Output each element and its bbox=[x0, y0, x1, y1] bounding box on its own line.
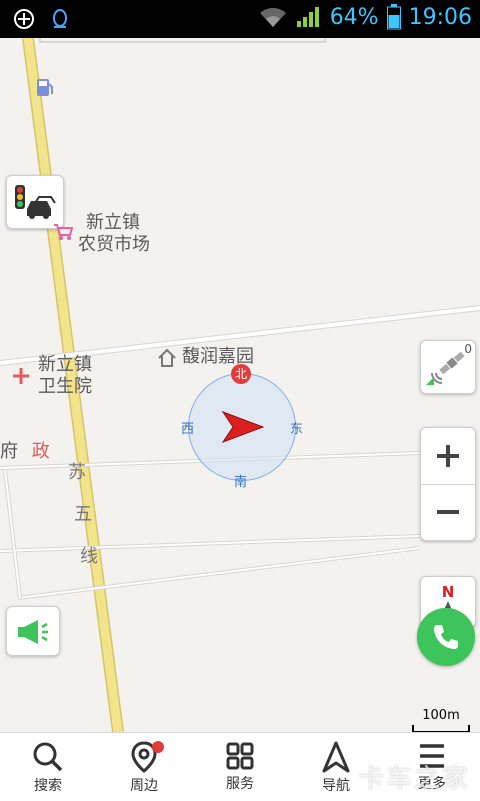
traffic-light-car-icon bbox=[15, 185, 56, 219]
status-bar: 64% 19:06 bbox=[0, 0, 480, 38]
tab-nearby[interactable]: 周边 bbox=[96, 733, 192, 801]
call-button[interactable] bbox=[417, 608, 475, 666]
road-name-char: 线 bbox=[80, 546, 98, 567]
traffic-toggle-button[interactable] bbox=[6, 175, 64, 229]
poi-market-label[interactable]: 新立镇 农贸市场 bbox=[78, 212, 150, 256]
poi-market-line1: 新立镇 bbox=[86, 212, 140, 233]
scale-label: 100m bbox=[422, 708, 460, 723]
bottom-tab-bar: 搜索 周边 服务 导航 更多 卡车之家 bbox=[0, 732, 480, 801]
compass-south: 南 bbox=[234, 475, 248, 490]
road-name-char: 苏 bbox=[68, 462, 86, 483]
poi-government-label[interactable]: 府 政 bbox=[0, 441, 50, 463]
poi-govt-icon-text: 政 bbox=[31, 441, 50, 462]
phone-icon bbox=[434, 625, 458, 649]
poi-govt-text: 府 bbox=[0, 441, 18, 462]
gps-satellite-count: 0 bbox=[464, 342, 472, 356]
tab-services-label: 服务 bbox=[226, 776, 254, 792]
battery-icon bbox=[386, 4, 401, 30]
tab-navigation-label: 导航 bbox=[322, 778, 350, 794]
clock: 19:06 bbox=[408, 4, 472, 30]
vehicle-position-arrow-icon bbox=[221, 410, 265, 444]
zoom-control bbox=[420, 427, 476, 541]
compass-west: 西 bbox=[181, 422, 195, 437]
battery-percent: 64% bbox=[329, 4, 379, 30]
notification-badge bbox=[152, 741, 164, 753]
shopping-cart-icon[interactable] bbox=[53, 223, 73, 241]
poi-clinic-line2: 卫生院 bbox=[38, 376, 92, 397]
voice-broadcast-button[interactable] bbox=[6, 606, 60, 656]
scale-bar bbox=[412, 725, 470, 732]
house-icon[interactable] bbox=[157, 348, 177, 368]
tab-search-label: 搜索 bbox=[34, 778, 62, 794]
poi-market-line2: 农贸市场 bbox=[78, 234, 150, 255]
tab-services[interactable]: 服务 bbox=[192, 733, 288, 801]
map-view[interactable]: 新立镇 农贸市场 馥润嘉园 新立镇 卫生院 府 政 苏 五 线 北 西 东 南 bbox=[0, 38, 480, 732]
north-letter: N bbox=[441, 583, 455, 601]
qq-icon bbox=[53, 9, 67, 28]
gas-station-icon[interactable] bbox=[36, 76, 54, 98]
signal-icon bbox=[296, 7, 319, 27]
compass-ring: 北 西 东 南 bbox=[181, 364, 303, 490]
gps-signal-button[interactable]: 0 bbox=[420, 340, 476, 394]
zoom-out-button[interactable] bbox=[421, 485, 475, 541]
zoom-in-button[interactable] bbox=[421, 428, 475, 485]
poi-clinic-line1: 新立镇 bbox=[38, 354, 92, 375]
minus-icon bbox=[437, 510, 459, 515]
compass-east: 东 bbox=[289, 422, 303, 437]
poi-clinic-label[interactable]: 新立镇 卫生院 bbox=[38, 354, 92, 398]
compass-north: 北 bbox=[231, 364, 251, 384]
navigation-arrow-icon bbox=[322, 741, 350, 773]
grid-icon bbox=[226, 742, 254, 770]
search-icon bbox=[33, 742, 63, 772]
tab-nearby-label: 周边 bbox=[130, 778, 158, 794]
megaphone-icon bbox=[18, 620, 48, 644]
gps-status-icon bbox=[14, 9, 34, 29]
plus-icon bbox=[437, 444, 459, 467]
tab-search[interactable]: 搜索 bbox=[0, 733, 96, 801]
wifi-icon bbox=[259, 7, 286, 27]
hospital-cross-icon[interactable] bbox=[12, 367, 30, 385]
road-name-char: 五 bbox=[74, 504, 92, 525]
watermark: 卡车之家 bbox=[357, 764, 470, 794]
